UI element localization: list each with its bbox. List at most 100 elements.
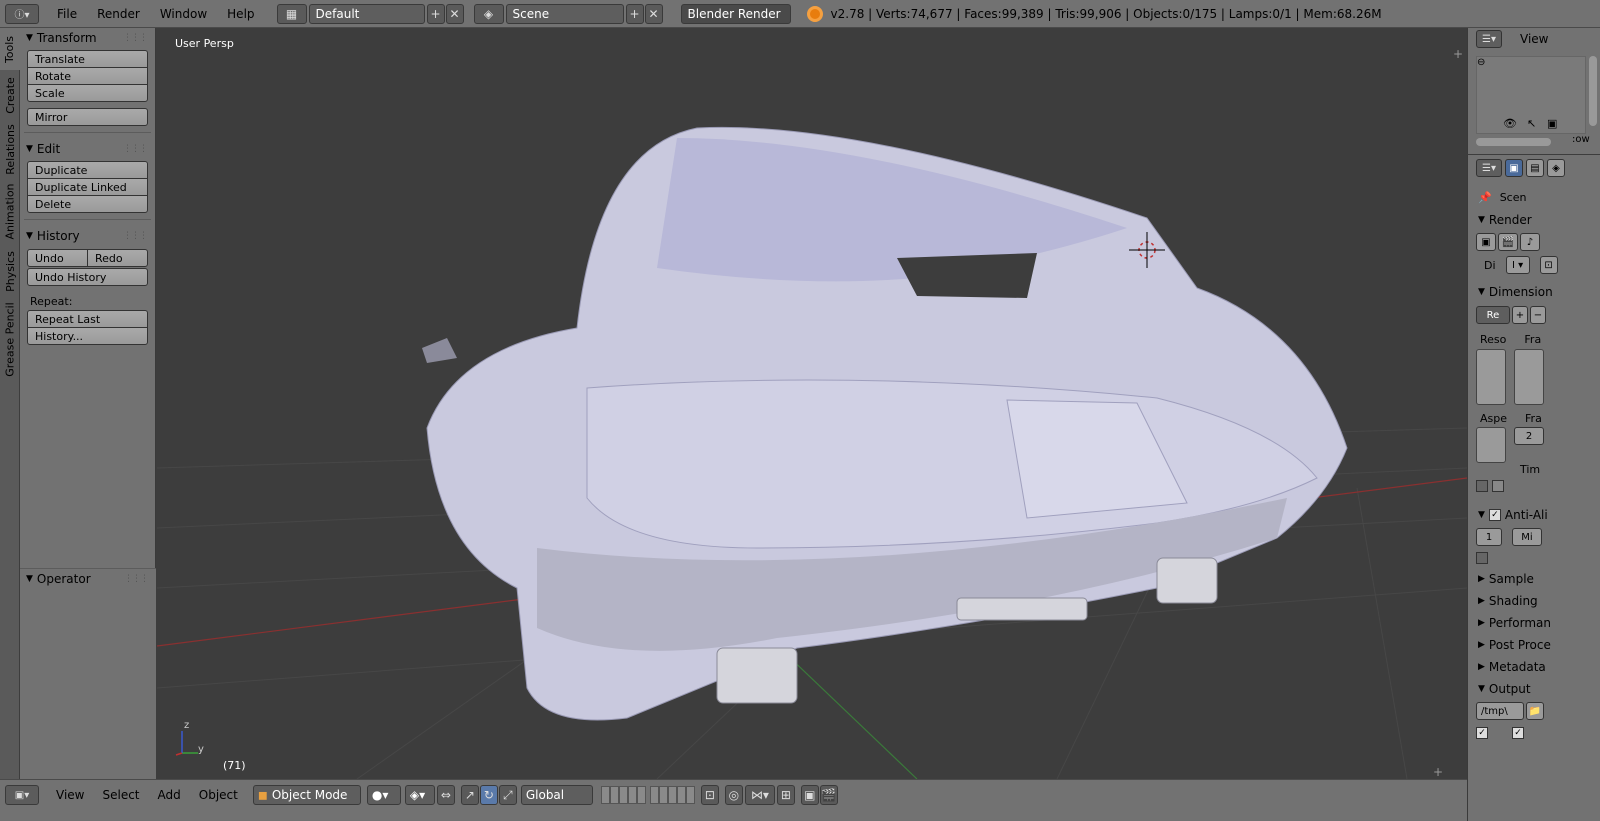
car-model[interactable]	[422, 126, 1348, 721]
viewport-shading-select[interactable]: ●▾	[366, 785, 401, 805]
manipulator-toggle-icon[interactable]: ⇔	[436, 785, 455, 805]
scale-button[interactable]: Scale	[27, 84, 148, 102]
area-split-widget-icon[interactable]: +	[1453, 47, 1463, 61]
operator-panel-header[interactable]: ▼ Operator ⋮⋮⋮	[20, 569, 156, 589]
sampled-motion-blur-header[interactable]: ▶ Sample	[1468, 568, 1600, 590]
editor-type-button[interactable]: ⓘ▾	[5, 3, 39, 24]
shading-panel-header[interactable]: ▶ Shading	[1468, 590, 1600, 612]
outliner-editor-icon[interactable]: ☰▾	[1476, 30, 1502, 48]
duplicate-button[interactable]: Duplicate	[27, 161, 148, 179]
file-browse-icon[interactable]: 📁	[1526, 702, 1544, 720]
properties-editor-icon[interactable]: ☰▾	[1476, 159, 1502, 177]
horizontal-scrollbar[interactable]	[1476, 138, 1551, 146]
pin-icon[interactable]: 📌	[1478, 191, 1492, 204]
post-processing-panel-header[interactable]: ▶ Post Proce	[1468, 634, 1600, 656]
undo-button[interactable]: Undo	[27, 249, 88, 267]
menu-object[interactable]: Object	[190, 788, 247, 802]
remove-scene-icon[interactable]: ✕	[644, 3, 663, 24]
visibility-eye-icon[interactable]: 👁	[1503, 117, 1517, 130]
grip-icon[interactable]: ⋮⋮⋮	[123, 33, 148, 43]
rotate-manipulator-icon[interactable]: ↻	[479, 785, 498, 805]
render-camera-icon[interactable]: ▣	[1547, 117, 1557, 130]
mirror-button[interactable]: Mirror	[27, 108, 148, 126]
history-panel-header[interactable]: ▼ History ⋮⋮⋮	[20, 226, 155, 246]
render-panel-header[interactable]: ▼ Render	[1468, 209, 1600, 231]
undo-history-button[interactable]: Undo History	[27, 268, 148, 286]
output-panel-header[interactable]: ▼ Output	[1468, 678, 1600, 700]
tab-grease-pencil[interactable]: Grease Pencil	[0, 298, 20, 380]
render-preset-select[interactable]: Re	[1476, 306, 1510, 324]
menu-view[interactable]: View	[47, 788, 93, 802]
metadata-panel-header[interactable]: ▶ Metadata	[1468, 656, 1600, 678]
tab-create[interactable]: Create	[0, 70, 20, 120]
transform-panel-header[interactable]: ▼ Transform ⋮⋮⋮	[20, 28, 155, 48]
aa-samples-field[interactable]: 1	[1476, 528, 1502, 546]
grip-icon[interactable]: ⋮⋮⋮	[124, 574, 149, 584]
placeholders-checkbox[interactable]: ✓	[1512, 727, 1524, 739]
output-path-field[interactable]: /tmp\	[1476, 702, 1524, 720]
select-arrow-icon[interactable]: ↖	[1527, 117, 1536, 130]
tab-relations[interactable]: Relations	[0, 120, 20, 178]
outliner-tree[interactable]: ⊖ 👁 ↖ ▣	[1476, 56, 1586, 134]
rotate-button[interactable]: Rotate	[27, 67, 148, 85]
snap-element-icon[interactable]: ⋈▾	[744, 785, 775, 805]
anti-aliasing-checkbox[interactable]: ✓	[1488, 509, 1501, 521]
dimensions-panel-header[interactable]: ▼ Dimension	[1468, 281, 1600, 303]
menu-select[interactable]: Select	[93, 788, 148, 802]
scale-manipulator-icon[interactable]: ⤢	[498, 785, 517, 805]
pivot-point-select[interactable]: ◈▾	[404, 785, 435, 805]
render-animation-opengl-icon[interactable]: 🎬	[819, 785, 838, 805]
outliner-view-menu[interactable]: View	[1520, 32, 1548, 46]
scene-field[interactable]: Scene	[505, 3, 624, 24]
layer-buttons[interactable]	[600, 786, 646, 804]
aa-filter-select[interactable]: Mi	[1512, 528, 1542, 546]
add-scene-icon[interactable]: +	[625, 3, 644, 24]
viewport-canvas[interactable]: y z + +	[157, 28, 1467, 779]
crop-checkbox[interactable]	[1492, 480, 1504, 492]
add-layout-icon[interactable]: +	[426, 3, 445, 24]
aspect-fields[interactable]	[1476, 427, 1506, 463]
remove-layout-icon[interactable]: ✕	[445, 3, 464, 24]
translate-manipulator-icon[interactable]: ↗	[460, 785, 479, 805]
snap-target-icon[interactable]: ⊞	[776, 785, 795, 805]
screen-layout-icon[interactable]: ▦	[276, 3, 307, 24]
menu-help[interactable]: Help	[217, 7, 264, 21]
frame-range-fields[interactable]	[1514, 349, 1544, 405]
lock-icon[interactable]: ⊡	[1539, 256, 1558, 274]
menu-window[interactable]: Window	[150, 7, 217, 21]
redo-button[interactable]: Redo	[87, 249, 148, 267]
grip-icon[interactable]: ⋮⋮⋮	[123, 144, 148, 154]
duplicate-linked-button[interactable]: Duplicate Linked	[27, 178, 148, 196]
scene-icon[interactable]: ◈	[473, 3, 504, 24]
resolution-fields[interactable]	[1476, 349, 1506, 405]
render-layers-tab-icon[interactable]: ▤	[1526, 159, 1544, 177]
performance-panel-header[interactable]: ▶ Performan	[1468, 612, 1600, 634]
delete-button[interactable]: Delete	[27, 195, 148, 213]
interaction-mode-select[interactable]: ◼ Object Mode	[252, 785, 361, 805]
frame-rate-select[interactable]: 2	[1514, 427, 1544, 445]
collapse-icon[interactable]: ⊖	[1477, 57, 1485, 68]
render-tab-icon[interactable]: ▣	[1505, 159, 1523, 177]
3d-viewport[interactable]: y z + + User Persp (71)	[157, 28, 1467, 779]
render-audio-icon[interactable]: ♪	[1520, 233, 1540, 251]
repeat-last-button[interactable]: Repeat Last	[27, 310, 148, 328]
translate-button[interactable]: Translate	[27, 50, 148, 68]
vertical-scrollbar[interactable]	[1589, 56, 1597, 126]
edit-panel-header[interactable]: ▼ Edit ⋮⋮⋮	[20, 139, 155, 159]
menu-file[interactable]: File	[47, 7, 87, 21]
grip-icon[interactable]: ⋮⋮⋮	[123, 231, 148, 241]
overwrite-checkbox[interactable]: ✓	[1476, 727, 1488, 739]
display-select[interactable]: I ▾	[1505, 256, 1530, 274]
layer-lock-icon[interactable]: ⊡	[700, 785, 719, 805]
menu-render[interactable]: Render	[87, 7, 150, 21]
tab-animation[interactable]: Animation	[0, 178, 20, 244]
history-button[interactable]: History...	[27, 327, 148, 345]
editor-type-button[interactable]: ▣▾	[5, 785, 39, 805]
anti-aliasing-panel-header[interactable]: ▼ ✓ Anti-Ali	[1468, 504, 1600, 526]
transform-orientation-select[interactable]: Global	[520, 785, 593, 805]
screen-layout-field[interactable]: Default	[308, 3, 425, 24]
border-checkbox[interactable]	[1476, 480, 1488, 492]
tab-tools[interactable]: Tools	[0, 28, 20, 70]
layer-buttons-2[interactable]	[649, 786, 695, 804]
tab-physics[interactable]: Physics	[0, 244, 20, 298]
